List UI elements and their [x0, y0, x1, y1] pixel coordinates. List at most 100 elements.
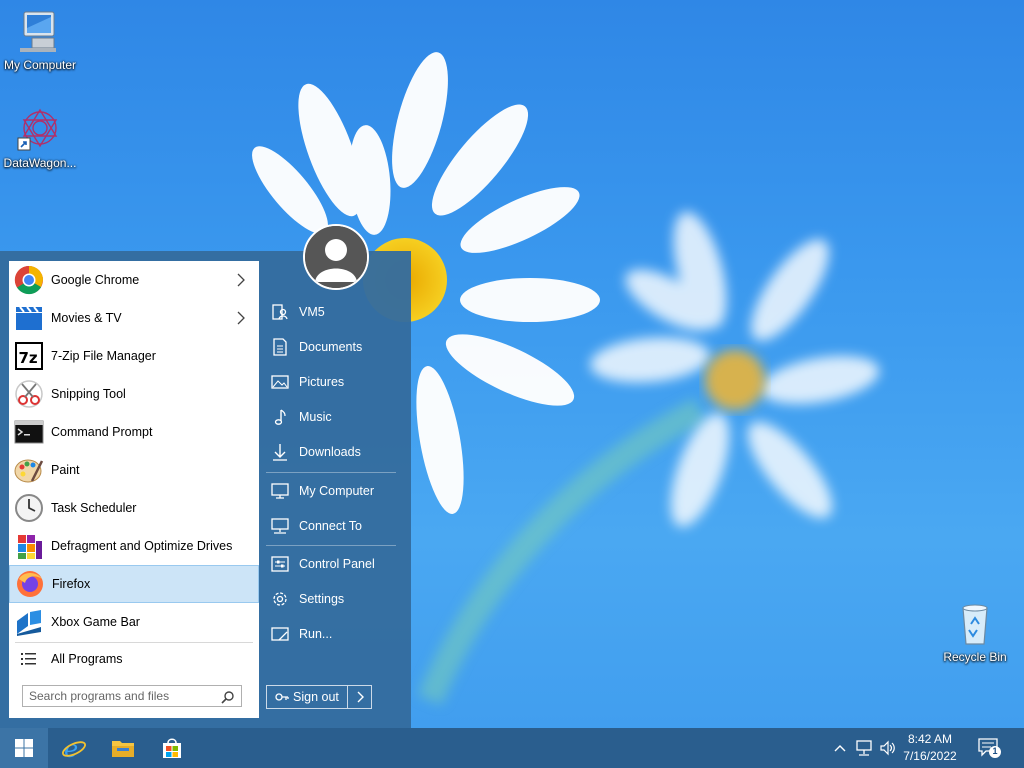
- right-item-music[interactable]: Music: [262, 399, 402, 434]
- speaker-icon: [880, 740, 895, 756]
- program-label: Task Scheduler: [51, 501, 137, 515]
- pictures-icon: [270, 372, 290, 392]
- action-center-button[interactable]: 1: [978, 737, 1002, 759]
- desktop-icon-label: Recycle Bin: [943, 650, 1007, 664]
- right-item-run[interactable]: Run...: [262, 616, 402, 651]
- right-item-label: Music: [299, 409, 332, 424]
- right-item-pictures[interactable]: Pictures: [262, 364, 402, 399]
- start-menu: Google Chrome Movies & TV 7z 7-Zip File …: [0, 251, 411, 728]
- chevron-right-icon: [357, 691, 364, 703]
- user-avatar[interactable]: [303, 224, 369, 290]
- program-paint[interactable]: Paint: [9, 451, 259, 489]
- chevron-up-icon: [834, 745, 846, 752]
- desktop-icon-recycle-bin[interactable]: Recycle Bin: [935, 600, 1015, 664]
- sign-out-label: Sign out: [293, 690, 339, 704]
- program-snipping-tool[interactable]: Snipping Tool: [9, 375, 259, 413]
- program-label: Xbox Game Bar: [51, 615, 140, 629]
- desktop-icon-datawagon[interactable]: DataWagon...: [0, 106, 80, 170]
- program-label: Command Prompt: [51, 425, 153, 439]
- datawagon-icon: [16, 106, 64, 154]
- chrome-icon: [13, 264, 45, 296]
- program-label: Movies & TV: [51, 311, 122, 325]
- documents-icon: [270, 337, 290, 357]
- right-item-label: Downloads: [299, 444, 361, 459]
- shutdown-options-button[interactable]: [347, 686, 371, 708]
- taskbar-internet-explorer[interactable]: e: [50, 728, 98, 768]
- right-item-documents[interactable]: Documents: [262, 329, 402, 364]
- snipping-tool-icon: [13, 378, 45, 410]
- computer-icon: [270, 481, 290, 501]
- program-defragment[interactable]: Defragment and Optimize Drives: [9, 527, 259, 565]
- right-item-connect-to[interactable]: Connect To: [262, 508, 402, 543]
- movies-tv-icon: [13, 302, 45, 334]
- right-item-label: Connect To: [299, 518, 363, 533]
- file-explorer-icon: [112, 741, 134, 757]
- computer-icon: [16, 8, 64, 56]
- taskbar-file-explorer[interactable]: [99, 728, 147, 768]
- program-label: 7-Zip File Manager: [51, 349, 156, 363]
- clock-date: 7/16/2022: [903, 749, 957, 763]
- right-item-my-computer[interactable]: My Computer: [262, 473, 402, 508]
- start-button[interactable]: [0, 728, 48, 768]
- music-icon: [270, 407, 290, 427]
- taskbar-clock[interactable]: 8:42 AM 7/16/2022: [900, 731, 960, 765]
- show-hidden-icons[interactable]: [830, 738, 850, 758]
- 7zip-icon: 7z: [13, 340, 45, 372]
- right-item-label: Run...: [299, 626, 333, 641]
- command-prompt-icon: [13, 416, 45, 448]
- control-panel-icon: [270, 554, 290, 574]
- desktop-icon-label: DataWagon...: [3, 156, 77, 170]
- network-icon: [856, 740, 872, 756]
- right-item-label: Control Panel: [299, 556, 375, 571]
- program-xbox-game-bar[interactable]: Xbox Game Bar: [9, 603, 259, 641]
- right-item-label: Settings: [299, 591, 345, 606]
- connect-to-icon: [270, 516, 290, 536]
- program-7zip[interactable]: 7z 7-Zip File Manager: [9, 337, 259, 375]
- program-task-scheduler[interactable]: Task Scheduler: [9, 489, 259, 527]
- right-item-control-panel[interactable]: Control Panel: [262, 546, 402, 581]
- program-label: Google Chrome: [51, 273, 140, 287]
- program-firefox[interactable]: Firefox: [9, 565, 259, 603]
- right-item-settings[interactable]: Settings: [262, 581, 402, 616]
- program-google-chrome[interactable]: Google Chrome: [9, 261, 259, 299]
- search-icon[interactable]: [221, 690, 235, 704]
- clock-time: 8:42 AM: [907, 732, 953, 746]
- right-item-vm5[interactable]: VM5: [262, 294, 402, 329]
- paint-icon: [13, 454, 45, 486]
- run-icon: [270, 624, 290, 644]
- programs-pane: Google Chrome Movies & TV 7z 7-Zip File …: [9, 261, 259, 718]
- xbox-game-bar-icon: [13, 606, 45, 638]
- firefox-icon: [14, 568, 46, 600]
- program-movies-tv[interactable]: Movies & TV: [9, 299, 259, 337]
- task-scheduler-icon: [13, 492, 45, 524]
- store-icon: [163, 738, 181, 758]
- right-item-label: VM5: [299, 304, 325, 319]
- right-item-downloads[interactable]: Downloads: [262, 434, 402, 469]
- all-programs-button[interactable]: All Programs: [9, 643, 259, 675]
- program-command-prompt[interactable]: Command Prompt: [9, 413, 259, 451]
- volume-tray[interactable]: [878, 738, 898, 758]
- chevron-right-icon: [233, 310, 249, 326]
- svg-text:7z: 7z: [19, 349, 38, 367]
- all-programs-label: All Programs: [51, 652, 123, 666]
- program-label: Snipping Tool: [51, 387, 126, 401]
- network-tray[interactable]: [854, 738, 874, 758]
- sign-out-button[interactable]: Sign out: [266, 685, 372, 709]
- notification-count: 1: [992, 746, 998, 756]
- internet-explorer-icon: e: [62, 735, 86, 761]
- downloads-icon: [270, 442, 290, 462]
- search-input[interactable]: Search programs and files: [22, 685, 242, 707]
- gear-icon: [270, 589, 290, 609]
- desktop-icon-my-computer[interactable]: My Computer: [0, 8, 80, 72]
- desktop-icon-label: My Computer: [3, 58, 77, 72]
- list-icon: [13, 649, 45, 669]
- key-icon: [271, 690, 293, 704]
- right-item-label: Documents: [299, 339, 363, 354]
- right-item-label: Pictures: [299, 374, 345, 389]
- recycle-bin-icon: [951, 600, 999, 648]
- search-placeholder: Search programs and files: [29, 689, 170, 703]
- program-label: Defragment and Optimize Drives: [51, 539, 233, 553]
- program-label: Paint: [51, 463, 80, 477]
- taskbar: e 8:42 AM 7/16/2022 1: [0, 728, 1024, 768]
- taskbar-store[interactable]: [148, 728, 196, 768]
